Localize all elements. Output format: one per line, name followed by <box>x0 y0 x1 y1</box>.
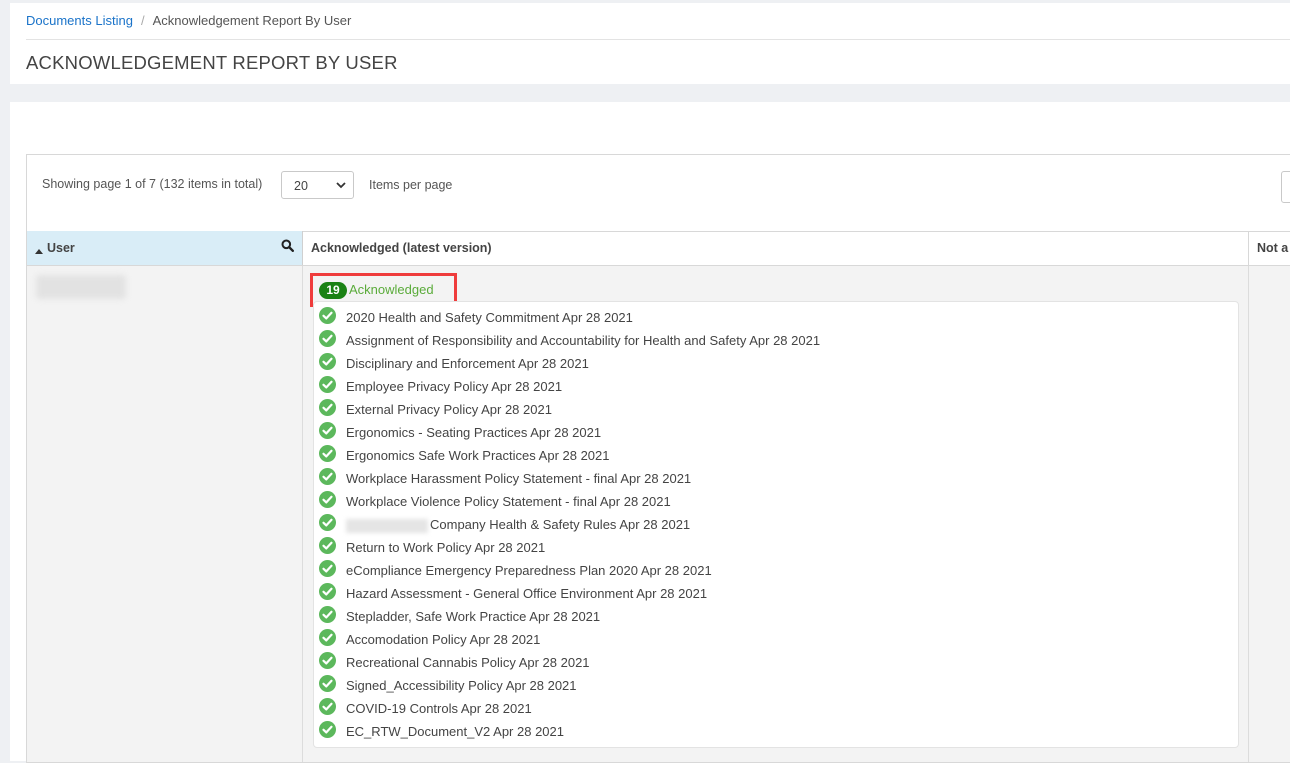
list-item: Ergonomics Safe Work Practices Apr 28 20… <box>314 443 1238 466</box>
list-item: Assignment of Responsibility and Account… <box>314 328 1238 351</box>
document-title: Employee Privacy Policy Apr 28 2021 <box>346 379 563 394</box>
list-item: Ergonomics - Seating Practices Apr 28 20… <box>314 420 1238 443</box>
document-title: eCompliance Emergency Preparedness Plan … <box>346 563 712 578</box>
check-circle-icon <box>319 675 336 692</box>
check-circle-icon <box>319 606 336 623</box>
list-item: Signed_Accessibility Policy Apr 28 2021 <box>314 673 1238 696</box>
list-item: EC_RTW_Document_V2 Apr 28 2021 <box>314 719 1238 742</box>
check-circle-icon <box>319 353 336 370</box>
check-circle-icon <box>319 721 336 738</box>
list-item: Recreational Cannabis Policy Apr 28 2021 <box>314 650 1238 673</box>
document-title: Hazard Assessment - General Office Envir… <box>346 586 708 601</box>
search-icon[interactable] <box>281 239 294 255</box>
header-divider <box>26 39 1290 40</box>
ack-summary-label[interactable]: Acknowledged <box>349 282 434 297</box>
check-circle-icon <box>319 560 336 577</box>
document-title: COVID-19 Controls Apr 28 2021 <box>346 701 532 716</box>
check-circle-icon <box>319 376 336 393</box>
check-circle-icon <box>319 307 336 324</box>
breadcrumb-current: Acknowledgement Report By User <box>152 13 352 28</box>
document-title: Workplace Harassment Policy Statement - … <box>346 471 692 486</box>
breadcrumb-documents-listing[interactable]: Documents Listing <box>26 13 133 28</box>
document-list: 2020 Health and Safety Commitment Apr 28… <box>314 305 1238 742</box>
document-title: 2020 Health and Safety Commitment Apr 28… <box>346 310 633 325</box>
check-circle-icon <box>319 422 336 439</box>
acknowledged-documents-list: 2020 Health and Safety Commitment Apr 28… <box>313 301 1239 748</box>
list-item: Disciplinary and Enforcement Apr 28 2021 <box>314 351 1238 374</box>
items-per-page-label: Items per page <box>369 178 453 192</box>
document-title: EC_RTW_Document_V2 Apr 28 2021 <box>346 724 564 739</box>
list-item: Accomodation Policy Apr 28 2021 <box>314 627 1238 650</box>
list-item: COVID-19 Controls Apr 28 2021 <box>314 696 1238 719</box>
document-title: Disciplinary and Enforcement Apr 28 2021 <box>346 356 589 371</box>
column-header-acknowledged[interactable]: Acknowledged (latest version) <box>303 231 1249 265</box>
list-item: Employee Privacy Policy Apr 28 2021 <box>314 374 1238 397</box>
check-circle-icon <box>319 537 336 554</box>
breadcrumb: Documents Listing / Acknowledgement Report… <box>26 13 351 28</box>
list-item: Hazard Assessment - General Office Envir… <box>314 581 1238 604</box>
check-circle-icon <box>319 491 336 508</box>
document-title: Company Health & Safety Rules Apr 28 202… <box>430 517 691 532</box>
document-title: Assignment of Responsibility and Account… <box>346 333 821 348</box>
sort-asc-icon <box>35 243 43 257</box>
check-circle-icon <box>319 330 336 347</box>
report-grid: Showing page 1 of 7 (132 items in total)… <box>26 154 1290 763</box>
breadcrumb-separator: / <box>140 13 145 28</box>
redacted-text <box>346 518 428 533</box>
cell-acknowledged: 19 Acknowledged 2020 Health and Safety C… <box>303 266 1249 762</box>
check-circle-icon <box>319 468 336 485</box>
check-circle-icon <box>319 698 336 715</box>
document-title: Ergonomics Safe Work Practices Apr 28 20… <box>346 448 610 463</box>
document-title: External Privacy Policy Apr 28 2021 <box>346 402 552 417</box>
content-panel: Showing page 1 of 7 (132 items in total)… <box>10 102 1290 763</box>
list-item: Workplace Violence Policy Statement - fi… <box>314 489 1238 512</box>
document-title: Recreational Cannabis Policy Apr 28 2021 <box>346 655 590 670</box>
list-item: eCompliance Emergency Preparedness Plan … <box>314 558 1238 581</box>
page-title: ACKNOWLEDGEMENT REPORT BY USER <box>26 52 398 73</box>
chevron-down-icon <box>335 176 347 197</box>
check-circle-icon <box>319 629 336 646</box>
user-name-redacted <box>36 275 126 299</box>
table-header: User Acknowledged (latest version) Not a <box>27 231 1290 266</box>
check-circle-icon <box>319 514 336 531</box>
document-title: Workplace Violence Policy Statement - fi… <box>346 494 671 509</box>
check-circle-icon <box>319 399 336 416</box>
check-circle-icon <box>319 583 336 600</box>
list-item: Stepladder, Safe Work Practice Apr 28 20… <box>314 604 1238 627</box>
page-size-value: 20 <box>294 179 308 193</box>
column-header-not-acknowledged-label: Not a <box>1257 241 1289 255</box>
pager-right-control[interactable] <box>1281 171 1290 203</box>
column-header-user[interactable]: User <box>27 231 303 265</box>
document-title: Accomodation Policy Apr 28 2021 <box>346 632 541 647</box>
document-title: Ergonomics - Seating Practices Apr 28 20… <box>346 425 602 440</box>
list-item: Company Health & Safety Rules Apr 28 202… <box>314 512 1238 535</box>
check-circle-icon <box>319 652 336 669</box>
list-item: Return to Work Policy Apr 28 2021 <box>314 535 1238 558</box>
pager: Showing page 1 of 7 (132 items in total)… <box>27 155 1290 232</box>
cell-user <box>27 266 303 762</box>
check-circle-icon <box>319 445 336 462</box>
page-size-select[interactable]: 20 <box>281 171 354 199</box>
list-item: Workplace Harassment Policy Statement - … <box>314 466 1238 489</box>
document-title: Return to Work Policy Apr 28 2021 <box>346 540 546 555</box>
list-item: 2020 Health and Safety Commitment Apr 28… <box>314 305 1238 328</box>
document-title: Stepladder, Safe Work Practice Apr 28 20… <box>346 609 601 624</box>
list-item: External Privacy Policy Apr 28 2021 <box>314 397 1238 420</box>
ack-count-badge: 19 <box>319 282 347 299</box>
ack-summary-toggle[interactable]: 19 Acknowledged <box>310 273 457 307</box>
pager-info: Showing page 1 of 7 (132 items in total) <box>42 177 263 191</box>
column-header-user-label: User <box>47 241 75 255</box>
document-title: Signed_Accessibility Policy Apr 28 2021 <box>346 678 577 693</box>
table-body: 19 Acknowledged 2020 Health and Safety C… <box>27 266 1290 762</box>
cell-not-acknowledged <box>1249 266 1290 762</box>
header-panel: Documents Listing / Acknowledgement Report… <box>10 3 1290 84</box>
column-header-acknowledged-label: Acknowledged (latest version) <box>311 241 492 255</box>
